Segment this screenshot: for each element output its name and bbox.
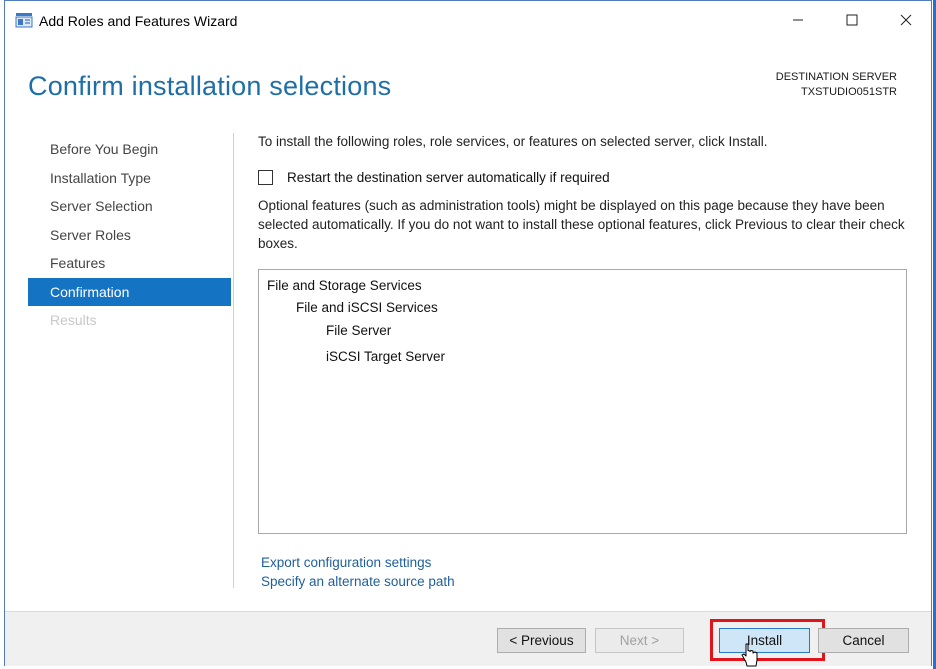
button-bar: < Previous Next > Install Cancel bbox=[5, 611, 931, 667]
install-button[interactable]: Install bbox=[719, 628, 810, 653]
close-icon bbox=[900, 14, 912, 26]
server-manager-icon bbox=[15, 13, 33, 28]
nav-item-before-you-begin[interactable]: Before You Begin bbox=[28, 135, 231, 164]
previous-button[interactable]: < Previous bbox=[497, 628, 586, 653]
destination-server-label: DESTINATION SERVER bbox=[775, 71, 897, 83]
destination-server-info: DESTINATION SERVER TXSTUDIO051STR bbox=[776, 70, 897, 100]
minimize-icon bbox=[793, 19, 803, 21]
destination-server-name: TXSTUDIO051STR bbox=[801, 86, 897, 98]
selection-item: iSCSI Target Server bbox=[326, 349, 446, 364]
nav-divider bbox=[233, 133, 234, 588]
close-button[interactable] bbox=[883, 1, 929, 39]
selection-item: File and iSCSI Services bbox=[296, 300, 438, 315]
nav-item-confirmation[interactable]: Confirmation bbox=[28, 277, 231, 306]
cancel-button[interactable]: Cancel bbox=[818, 628, 909, 653]
selections-list: File and Storage Services File and iSCSI… bbox=[258, 269, 907, 534]
restart-option[interactable]: Restart the destination server automatic… bbox=[258, 170, 610, 185]
main-panel: To install the following roles, role ser… bbox=[258, 133, 908, 589]
maximize-button[interactable] bbox=[829, 1, 875, 39]
wizard-window: Add Roles and Features Wizard Confirm in… bbox=[4, 0, 932, 667]
selection-item: File Server bbox=[326, 323, 392, 338]
minimize-button[interactable] bbox=[775, 1, 821, 39]
restart-checkbox-label[interactable]: Restart the destination server automatic… bbox=[287, 170, 610, 185]
nav-item-installation-type[interactable]: Installation Type bbox=[28, 164, 231, 193]
maximize-icon bbox=[846, 14, 858, 26]
wizard-content: Confirm installation selections DESTINAT… bbox=[5, 39, 931, 611]
links-area: Export configuration settings Specify an… bbox=[261, 553, 455, 591]
page-title: Confirm installation selections bbox=[28, 71, 392, 101]
nav-item-server-selection[interactable]: Server Selection bbox=[28, 192, 231, 221]
next-button[interactable]: Next > bbox=[595, 628, 684, 653]
window-title: Add Roles and Features Wizard bbox=[39, 13, 238, 29]
restart-checkbox[interactable] bbox=[258, 170, 273, 185]
alternate-source-link[interactable]: Specify an alternate source path bbox=[261, 572, 455, 591]
selection-item: File and Storage Services bbox=[267, 278, 422, 293]
intro-text: To install the following roles, role ser… bbox=[258, 134, 768, 149]
title-bar: Add Roles and Features Wizard bbox=[5, 1, 931, 39]
export-configuration-link[interactable]: Export configuration settings bbox=[261, 553, 455, 572]
optional-features-note: Optional features (such as administratio… bbox=[258, 198, 905, 251]
nav-item-server-roles[interactable]: Server Roles bbox=[28, 221, 231, 250]
nav-item-results: Results bbox=[50, 312, 97, 328]
hand-cursor-icon bbox=[741, 643, 758, 667]
wizard-steps-nav: Before You Begin Installation Type Serve… bbox=[28, 135, 231, 335]
nav-item-features[interactable]: Features bbox=[28, 249, 231, 278]
